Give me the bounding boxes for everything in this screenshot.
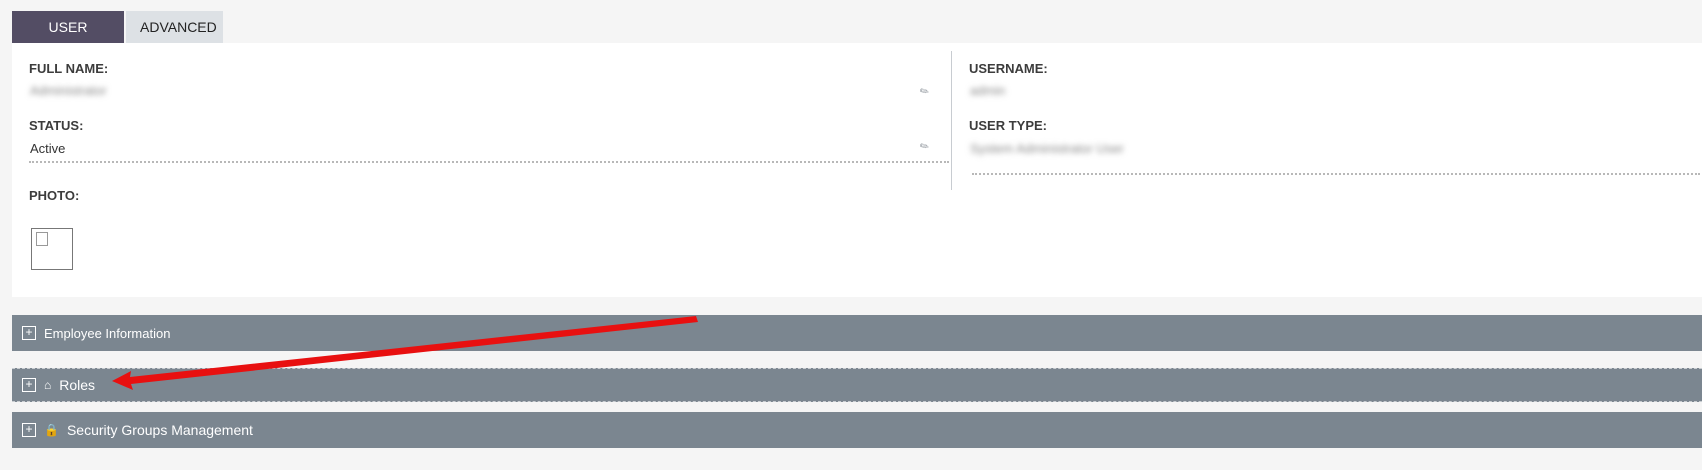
annotation-arrow bbox=[112, 316, 698, 390]
annotation-arrow-shape bbox=[112, 316, 698, 390]
